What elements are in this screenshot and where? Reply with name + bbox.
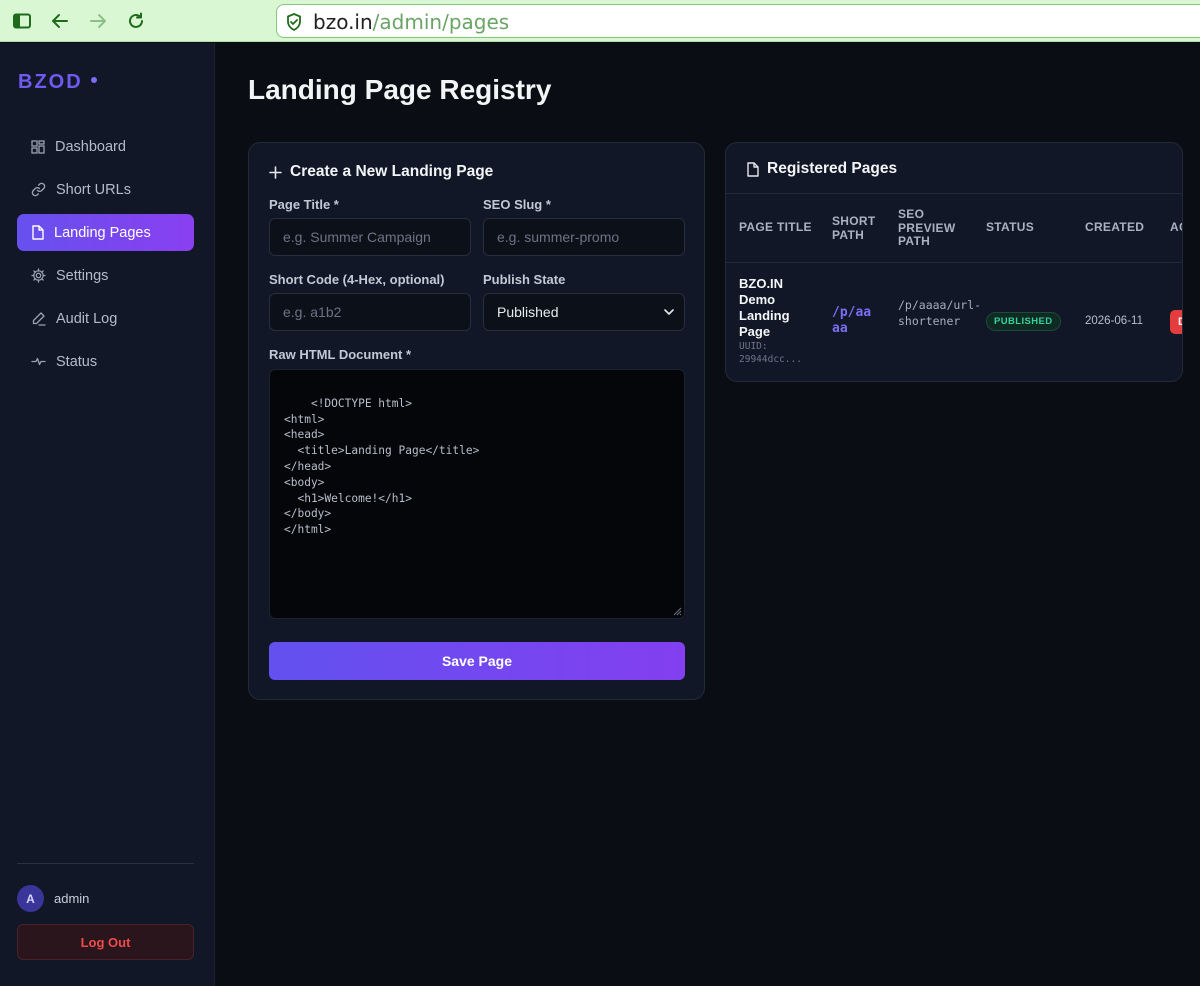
short-code-label: Short Code (4-Hex, optional) [269,272,445,287]
shield-icon [286,13,302,36]
row-seo-preview-path: /p/aaaa/url-shortener [898,298,982,328]
html-document-content: <!DOCTYPE html> <html> <head> <title>Lan… [284,396,480,537]
sidebar-item-status[interactable]: Status [17,343,194,380]
back-arrow-icon[interactable] [48,9,72,33]
form-heading-text: Create a New Landing Page [290,163,494,180]
column-header-seo-preview-path: SEO PREVIEW PATH [898,207,956,248]
publish-state-select[interactable]: Published [483,293,685,331]
pulse-icon [31,357,46,366]
seo-slug-input[interactable]: e.g. summer-promo [483,218,685,256]
status-badge: PUBLISHED [986,312,1061,331]
address-bar[interactable]: bzo.in/admin/pages [276,4,1200,38]
sidebar-divider [17,863,194,864]
short-code-input[interactable]: e.g. a1b2 [269,293,471,331]
sidebar-item-label: Landing Pages [54,224,151,241]
save-page-button[interactable]: Save Page [269,642,685,680]
page-title: Landing Page Registry [248,74,552,105]
html-document-textarea[interactable]: <!DOCTYPE html> <html> <head> <title>Lan… [269,369,685,619]
sidebar-item-label: Dashboard [55,138,126,155]
seo-slug-label: SEO Slug * [483,197,551,212]
page-title-label: Page Title * [269,197,339,212]
link-icon [31,182,46,197]
delete-button[interactable]: Delete [1170,310,1182,334]
sidebar-item-audit-log[interactable]: Audit Log [17,300,194,337]
brand-logo[interactable]: BZOD [18,71,97,94]
sidebar-item-label: Short URLs [56,181,131,198]
sidebar-item-short-urls[interactable]: Short URLs [17,171,194,208]
column-header-created: CREATED [1085,220,1145,234]
reload-icon[interactable] [124,9,148,33]
file-icon [747,161,759,177]
column-header-actions: ACTIONS [1170,220,1182,234]
user-profile: A admin [17,885,89,912]
table-divider [726,193,1182,194]
registered-pages-heading: Registered Pages [746,160,897,178]
sidebar-item-label: Settings [56,267,109,284]
column-header-short-path: SHORT PATH [832,214,876,242]
publish-state-label: Publish State [483,272,566,287]
column-header-page-title: PAGE TITLE [739,220,812,234]
logout-button[interactable]: Log Out [17,924,194,960]
row-created-date: 2026-06-11 [1085,315,1143,327]
row-short-path-link[interactable]: /p/aaaa [832,305,872,337]
resize-grip-icon[interactable] [673,607,682,616]
create-page-form: Create a New Landing Page Page Title * e… [248,142,705,700]
avatar: A [17,885,44,912]
sidebar: BZOD Dashboard Short URLs Landing Pages … [0,43,215,986]
page-title-input[interactable]: e.g. Summer Campaign [269,218,471,256]
pen-icon [32,312,46,326]
sidebar-item-label: Status [56,353,98,370]
grid-icon [31,139,45,154]
user-name: admin [54,891,90,906]
plus-icon [269,165,282,179]
registered-pages-heading-text: Registered Pages [767,160,898,177]
form-heading: Create a New Landing Page [269,163,493,181]
brand-dot [90,76,97,83]
table-header-divider [726,262,1182,263]
registered-pages-card: Registered Pages PAGE TITLE SHORT PATH S… [725,142,1183,382]
sidebar-item-dashboard[interactable]: Dashboard [17,128,194,165]
gear-icon [31,268,46,283]
sidebar-item-label: Audit Log [56,310,118,327]
row-uuid: UUID: 29944dcc... [739,341,802,365]
sidebar-toggle-icon[interactable] [10,9,34,33]
column-header-status: STATUS [986,220,1035,234]
url-text: bzo.in/admin/pages [313,10,510,34]
chevron-down-icon [664,308,674,315]
publish-state-value: Published [497,304,559,320]
row-page-title: BZO.IN Demo Landing Page [739,276,790,339]
html-document-label: Raw HTML Document * [269,347,412,362]
file-icon [32,225,44,240]
sidebar-item-landing-pages[interactable]: Landing Pages [17,214,194,251]
sidebar-item-settings[interactable]: Settings [17,257,194,294]
browser-toolbar: bzo.in/admin/pages [0,0,1200,42]
forward-arrow-icon[interactable] [86,9,110,33]
